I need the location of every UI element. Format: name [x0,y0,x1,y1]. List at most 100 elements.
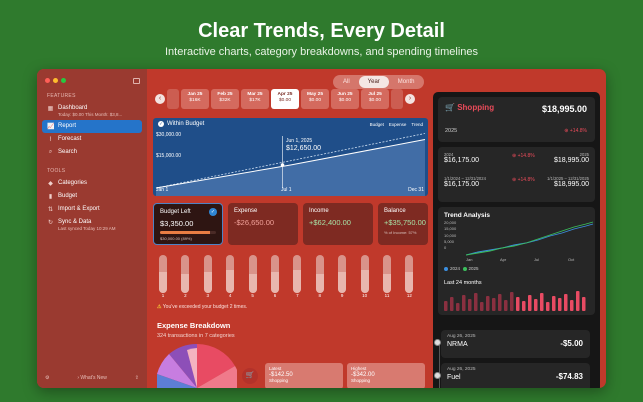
balance-card[interactable]: Balance +$35,750.00 % of Income: 57% [378,203,428,245]
category-detail-panel: 🛒 Shopping $18,995.00 2025 ⊕ +14.8% 2024… [433,92,600,388]
expense-breakdown-subtitle: 324 transactions in 7 categories [157,333,235,339]
month-budget-pill[interactable] [271,255,279,293]
month-cell-selected[interactable]: Apr 25 $0.00 [271,89,299,109]
sidebar-item-budget[interactable]: ▮ Budget [42,190,142,203]
chart-icon: 📈 [47,124,55,130]
latest-expense-card[interactable]: Latest -$142.50 Shopping [265,363,343,388]
sidebar-toggle-icon[interactable] [133,78,140,84]
close-window-button[interactable] [45,78,50,83]
legend-label: 2024 [450,266,461,271]
trend-y-axis: 20,000 15,000 10,000 5,000 0 [444,220,456,251]
transaction-amount: -$5.00 [560,339,583,348]
income-card[interactable]: Income +$62,400.00 [303,203,373,245]
forecast-icon: ⌇ [49,137,52,143]
trend-line-2024 [466,223,594,256]
sidebar-item-label: Report [58,123,77,129]
shopping-summary-card[interactable]: 🛒 Shopping $18,995.00 2025 ⊕ +14.8% [438,97,595,142]
month-pill-label: 6 [273,293,277,298]
month-pill-label: 1 [161,293,165,298]
chart-title: Within Budget [167,121,205,127]
sidebar-item-categories[interactable]: ◆ Categories [42,177,142,190]
category-pie-chart[interactable] [157,344,237,388]
share-icon[interactable]: ⇪ [135,375,139,381]
segment-month[interactable]: Month [389,76,424,88]
month-budget-pill[interactable] [383,255,391,293]
month-bar [570,300,574,311]
month-bar [564,294,568,311]
trend-line-2025 [466,221,594,256]
month-total: $0.00 [308,98,321,103]
x-tick-label: Jul 1 [281,187,292,193]
month-bar [474,293,478,311]
month-bar [462,295,466,311]
month-bar [546,302,550,311]
month-bar [576,291,580,311]
segment-all[interactable]: All [334,76,359,88]
month-bar [516,297,520,311]
month-total: $17K [249,98,261,103]
month-bar [510,292,514,311]
month-budget-pill[interactable] [315,255,324,293]
highest-expense-card[interactable]: Highest -$342.00 Shopping [347,363,425,388]
change-value: +14.8% [569,128,587,134]
zoom-window-button[interactable] [61,78,66,83]
month-budget-pill-fill [271,272,279,293]
month-budget-pill[interactable] [248,255,257,293]
budget-chart[interactable]: ✓ Within Budget Budget Expense Trend $30… [153,118,428,196]
expense-card[interactable]: Expense -$26,650.00 [228,203,298,245]
chart-tooltip: Jun 1, 2025 $12,650.00 [286,138,321,152]
month-cell[interactable]: Jul 25 $0.00 [361,89,389,109]
sidebar-item-dashboard[interactable]: ▦ Dashboard Today: $0.00 This Month: $3,… [42,102,142,120]
transaction-row[interactable]: Aug 26, 2025 NRMA -$5.00 [434,330,590,358]
month-cell-partial[interactable] [167,89,179,109]
previous-chevron-icon[interactable]: ‹ [155,94,165,104]
budget-progress-fill [160,231,210,234]
x-tick-label: Jan 1 [156,187,169,193]
month-budget-pill[interactable] [405,255,414,293]
category-name-text: Shopping [457,103,495,112]
month-cell[interactable]: Feb 25 $32K [211,89,239,109]
month-bar [540,293,544,311]
sidebar-item-sync[interactable]: ↻ Sync & Data Last synced Today 10:29 AM [42,216,142,234]
budget-left-card[interactable]: Budget Left ✓ $3,350.00 $30,000.00 (89%) [153,203,223,245]
month-budget-pill[interactable] [338,255,347,293]
month-bar [468,299,472,311]
checkmark-icon: ✓ [209,208,217,216]
month-budget-pill[interactable] [226,255,235,293]
next-chevron-icon[interactable]: › [405,94,415,104]
month-budget-pill-fill [203,272,212,293]
card-subtext: % of Income: 57% [384,230,417,235]
card-title: Income [309,208,329,214]
sidebar-footer: ⚙ › What's New ⇪ [45,375,139,381]
month-cell-partial[interactable] [391,89,403,109]
sidebar-item-import-export[interactable]: ⇅ Import & Export [42,203,142,216]
month-budget-pill[interactable] [203,255,212,293]
last-24-months-label: Last 24 months [444,280,482,286]
month-bar [522,301,526,311]
category-amount: $18,995.00 [541,104,587,114]
month-cell[interactable]: Jan 25 $16K [181,89,209,109]
category-change: ⊕ +14.8% [564,128,587,134]
highest-label: Highest [351,366,367,371]
month-budget-pill[interactable] [181,255,190,293]
hero-subtitle: Interactive charts, category breakdowns,… [164,46,479,58]
month-cell[interactable]: Mar 25 $17K [241,89,269,109]
trend-analysis-card[interactable]: Trend Analysis 20,000 15,000 10,000 5,00… [438,207,595,315]
sidebar-item-label: Forecast [58,136,82,142]
month-budget-pill[interactable] [360,255,369,293]
settings-gear-icon[interactable]: ⚙ [45,375,49,381]
month-cell[interactable]: May 25 $0.00 [301,89,329,109]
sidebar-item-report[interactable]: 📈 Report [42,120,142,133]
transaction-row[interactable]: Aug 26, 2025 Fuel -$74.83 [434,363,590,388]
sidebar-item-forecast[interactable]: ⌇ Forecast [42,133,142,146]
minimize-window-button[interactable] [53,78,58,83]
latest-label: Latest [269,366,282,371]
whats-new-button[interactable]: › What's New [77,375,107,381]
month-budget-pill[interactable] [159,255,167,293]
month-budget-pill[interactable] [293,255,302,293]
month-cell[interactable]: Jun 25 $0.00 [331,89,359,109]
segment-year[interactable]: Year [358,76,389,88]
checkmark-icon: ✓ [158,121,164,127]
month-bar [552,296,556,311]
sidebar-item-search[interactable]: ⌕ Search [42,146,142,159]
